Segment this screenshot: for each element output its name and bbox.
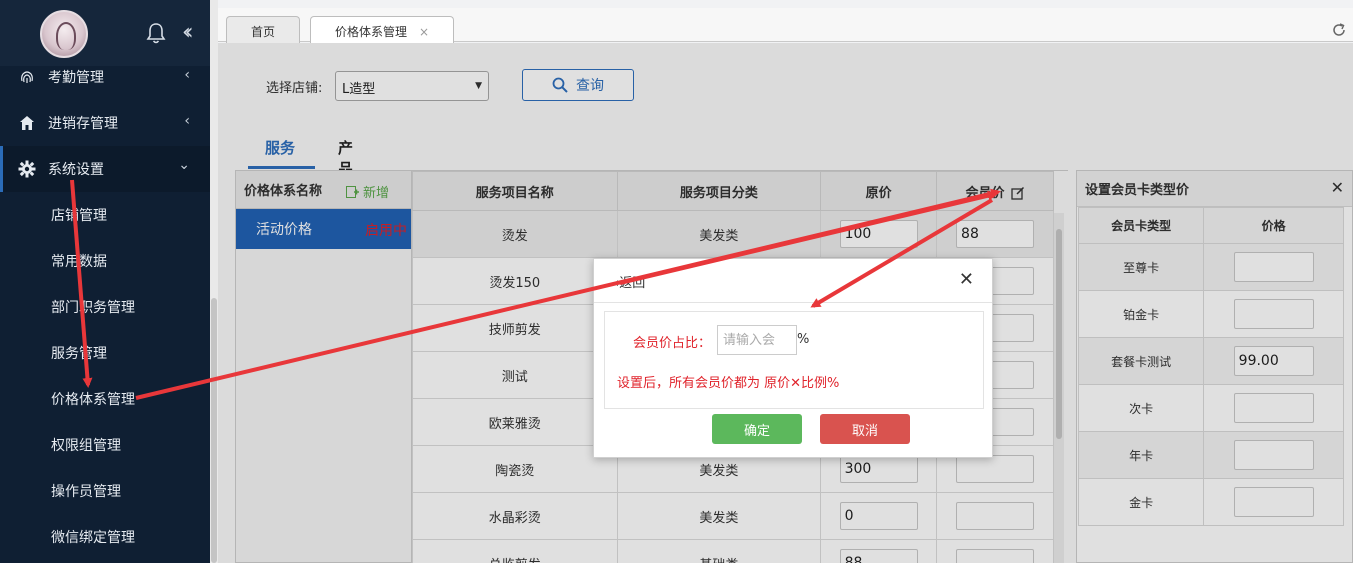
tab-bar: 首页 价格体系管理 ×	[218, 8, 1353, 43]
sidebar-item-services[interactable]: 服务管理	[0, 330, 210, 376]
scrollbar-thumb[interactable]	[211, 298, 217, 563]
nav-inventory[interactable]: 进销存管理 ‹	[0, 100, 210, 146]
percent-unit: %	[797, 332, 810, 347]
ratio-note: 设置后，所有会员价都为 原价✕比例%	[617, 376, 840, 391]
sidebar-item-wechat[interactable]: 微信绑定管理	[0, 514, 210, 560]
nav-inventory-label: 进销存管理	[48, 116, 118, 132]
dialog-header: ‹返回 ✕	[594, 259, 992, 303]
tab-price-system-label: 价格体系管理	[335, 25, 408, 39]
back-button-label: 返回	[619, 276, 646, 291]
close-icon[interactable]: ✕	[959, 269, 974, 290]
sidebar-item-price-system[interactable]: 价格体系管理	[0, 376, 210, 422]
sidebar-item-operators[interactable]: 操作员管理	[0, 468, 210, 514]
nav-system-settings[interactable]: 系统设置 ⌄	[0, 146, 210, 192]
collapse-sidebar-icon[interactable]: ‹‹	[182, 20, 193, 45]
back-button[interactable]: ‹返回	[614, 272, 645, 291]
tab-home[interactable]: 首页	[226, 16, 301, 43]
ratio-input[interactable]	[717, 325, 797, 355]
close-tab-icon[interactable]: ×	[419, 25, 429, 39]
sidebar-scrollbar[interactable]	[210, 0, 218, 563]
confirm-button[interactable]: 确定	[712, 414, 802, 444]
avatar[interactable]	[40, 10, 88, 58]
chevron-left-icon: ‹	[184, 67, 190, 83]
sidebar-item-permission-groups[interactable]: 权限组管理	[0, 422, 210, 468]
chevron-down-icon: ⌄	[178, 157, 190, 173]
ratio-label: 会员价占比：	[633, 336, 712, 351]
nav-attendance-label: 考勤管理	[48, 70, 104, 86]
tab-home-label: 首页	[251, 25, 276, 39]
dialog-body: 会员价占比： % 设置后，所有会员价都为 原价✕比例%	[604, 311, 984, 409]
chevron-left-icon: ‹	[184, 113, 190, 129]
sidebar: ‹‹ 考勤管理 ‹ 进销存管理 ‹ 系统设置 ⌄ 店铺管理 常用数据 部门职务管…	[0, 0, 210, 563]
gear-icon	[18, 160, 36, 178]
sidebar-item-common-data[interactable]: 常用数据	[0, 238, 210, 284]
bell-icon[interactable]	[146, 22, 166, 44]
nav-system-settings-label: 系统设置	[48, 162, 104, 178]
tab-price-system[interactable]: 价格体系管理 ×	[310, 16, 455, 43]
nav-attendance[interactable]: 考勤管理 ‹	[0, 54, 210, 100]
cancel-button[interactable]: 取消	[820, 414, 910, 444]
home-icon	[18, 114, 36, 132]
member-price-ratio-dialog: ‹返回 ✕ 会员价占比： % 设置后，所有会员价都为 原价✕比例% 确定 取消	[593, 258, 993, 458]
fingerprint-icon	[18, 68, 36, 86]
refresh-icon[interactable]	[1331, 22, 1347, 38]
sidebar-item-departments[interactable]: 部门职务管理	[0, 284, 210, 330]
sidebar-item-store[interactable]: 店铺管理	[0, 192, 210, 238]
